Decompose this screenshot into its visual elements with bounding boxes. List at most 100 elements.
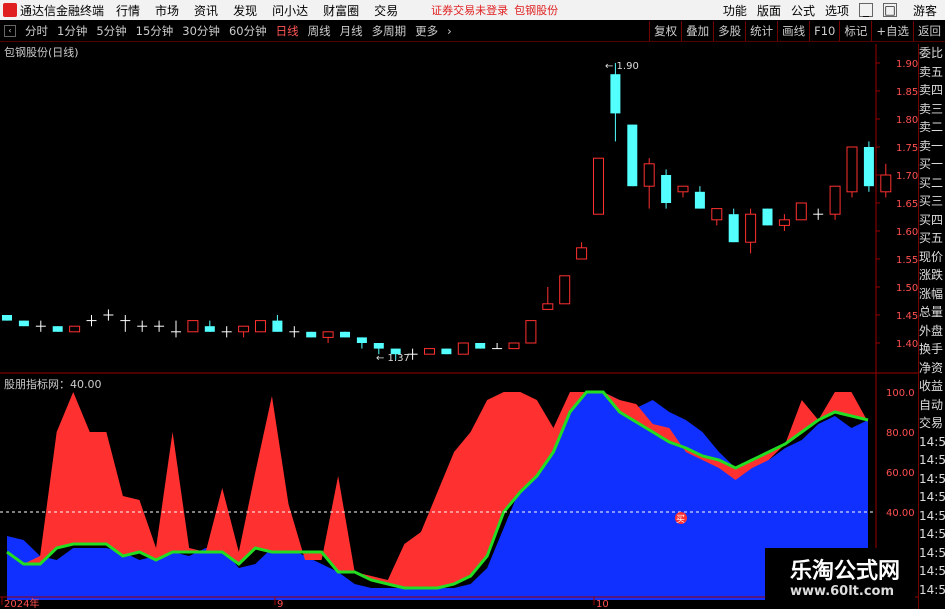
candle-down (390, 348, 401, 355)
side-label[interactable]: 14:56 (919, 433, 945, 452)
side-label[interactable]: 收益 (919, 377, 945, 396)
btn-diejia[interactable]: 叠加 (681, 21, 713, 41)
side-label[interactable]: 14:56 (919, 488, 945, 507)
btn-zixuan[interactable]: +自选 (871, 21, 913, 41)
candle-up (576, 247, 588, 260)
side-label[interactable]: 交易 (919, 414, 945, 433)
period-60min[interactable]: 60分钟 (229, 23, 267, 39)
side-label[interactable]: 委比 (919, 44, 945, 63)
btn-huaxian[interactable]: 画线 (777, 21, 809, 41)
chevron-right-icon[interactable]: › (447, 24, 452, 38)
quote-side-panel: 委比 卖五 卖四 卖三 卖二 卖一 买一 买二 买三 买四 买五 现价 涨跌 涨幅 总量 外盘 换手 净资 收益 自动… (918, 44, 945, 609)
side-label[interactable]: 外盘 (919, 322, 945, 341)
side-label[interactable]: 14:56 (919, 470, 945, 489)
candle-up (711, 208, 723, 221)
candle-down (340, 331, 350, 338)
side-label[interactable]: 卖四 (919, 81, 945, 100)
menu-item-shichang[interactable]: 市场 (155, 2, 179, 19)
menu-item-faxian[interactable]: 发现 (233, 2, 257, 19)
candle-up (255, 320, 266, 333)
btn-biaoji[interactable]: 标记 (839, 21, 871, 41)
watermark-title: 乐淘公式网 (790, 559, 901, 584)
candle-down (18, 320, 29, 327)
period-weekly[interactable]: 周线 (308, 23, 331, 39)
menu-gongshi[interactable]: 公式 (791, 2, 815, 19)
user-label[interactable]: 游客 (913, 2, 937, 19)
indicator-blue-area (7, 392, 868, 600)
kline-chart[interactable]: ← 1.90← 1.37 买 1.901.851.801.751.701.651… (0, 0, 945, 609)
menu-item-zixun[interactable]: 资讯 (194, 2, 218, 19)
candle-up (778, 219, 790, 226)
right-menu: 功能 版面 公式 选项 _ □ 游客 (713, 0, 945, 20)
menu-item-wenxiaoda[interactable]: 问小达 (272, 2, 308, 19)
candle-down (441, 348, 452, 355)
side-label[interactable]: 买二 (919, 174, 945, 193)
side-label[interactable]: 14:56 (919, 581, 945, 600)
candle-down (694, 191, 705, 209)
toolbar-back-icon[interactable]: ‹ (4, 25, 16, 37)
candle-down (475, 343, 486, 349)
candle-up (643, 163, 655, 187)
side-label[interactable]: 总量 (919, 303, 945, 322)
price-tick-label: 1.55 (896, 255, 918, 266)
btn-tongji[interactable]: 统计 (745, 21, 777, 41)
maximize-icon[interactable]: □ (882, 3, 897, 17)
side-label[interactable]: 14:56 (919, 451, 945, 470)
side-label[interactable]: 买三 (919, 192, 945, 211)
menu-xuanxiang[interactable]: 选项 (825, 2, 849, 19)
axis-group: 1.90 1.85 1.80 1.75 1.70 1.65 1.60 1.55 1.50 1.45… (0, 44, 918, 609)
period-1min[interactable]: 1分钟 (57, 23, 87, 39)
period-fenshi[interactable]: 分时 (25, 23, 48, 39)
price-tick-label: 1.90 (896, 59, 918, 70)
side-label[interactable]: 净资 (919, 359, 945, 378)
period-more[interactable]: 更多 (415, 23, 438, 39)
login-status[interactable]: 证券交易未登录 (431, 2, 508, 18)
candle-up (795, 202, 807, 221)
period-15min[interactable]: 15分钟 (136, 23, 174, 39)
candle-down (661, 175, 672, 203)
high-price-label: ← 1.90 (605, 61, 639, 72)
period-monthly[interactable]: 月线 (340, 23, 363, 39)
side-label[interactable]: 14:56 (919, 507, 945, 526)
candle-down (356, 337, 367, 343)
side-label[interactable]: 卖一 (919, 137, 945, 156)
indicator-tick-label: 80.00 (886, 428, 915, 439)
menu-item-hangqing[interactable]: 行情 (116, 2, 140, 19)
side-label[interactable]: 自动 (919, 396, 945, 415)
side-label[interactable]: 买一 (919, 155, 945, 174)
menu-banmian[interactable]: 版面 (757, 2, 781, 19)
indicator-tick-label: 100.0 (886, 388, 915, 399)
side-label[interactable]: 14:56 (919, 562, 945, 581)
side-label[interactable]: 买五 (919, 229, 945, 248)
side-label[interactable]: 卖三 (919, 100, 945, 119)
side-label[interactable]: 卖五 (919, 63, 945, 82)
time-tick-label: 10 (596, 599, 609, 609)
candle-up (187, 320, 199, 333)
menu-gongneng[interactable]: 功能 (723, 2, 747, 19)
side-label[interactable]: 买四 (919, 211, 945, 230)
menu-item-jiaoyi[interactable]: 交易 (374, 2, 398, 19)
period-daily[interactable]: 日线 (276, 23, 299, 39)
candle-up (457, 342, 469, 355)
menu-item-caifuquan[interactable]: 财富圈 (323, 2, 359, 19)
period-toolbar: ‹ 分时 1分钟 5分钟 15分钟 30分钟 60分钟 日线 周线 月线 多周期… (0, 21, 945, 42)
side-label[interactable]: 14:56 (919, 544, 945, 563)
candle-down (204, 326, 215, 332)
btn-duogu[interactable]: 多股 (713, 21, 745, 41)
btn-fuquan[interactable]: 复权 (649, 21, 681, 41)
period-5min[interactable]: 5分钟 (96, 23, 126, 39)
side-label[interactable]: 换手 (919, 340, 945, 359)
btn-f10[interactable]: F10 (809, 21, 839, 41)
period-30min[interactable]: 30分钟 (182, 23, 220, 39)
side-label[interactable]: 涨幅 (919, 285, 945, 304)
side-label[interactable]: 涨跌 (919, 266, 945, 285)
period-multi[interactable]: 多周期 (372, 23, 407, 39)
side-label[interactable]: 卖二 (919, 118, 945, 137)
price-tick-label: 1.60 (896, 227, 918, 238)
btn-fanhui[interactable]: 返回 (913, 21, 945, 41)
candle-up (880, 174, 892, 193)
side-label[interactable]: 14:56 (919, 525, 945, 544)
low-price-label: ← 1.37 (376, 353, 410, 364)
side-label[interactable]: 现价 (919, 248, 945, 267)
minimize-icon[interactable]: _ (858, 3, 873, 17)
